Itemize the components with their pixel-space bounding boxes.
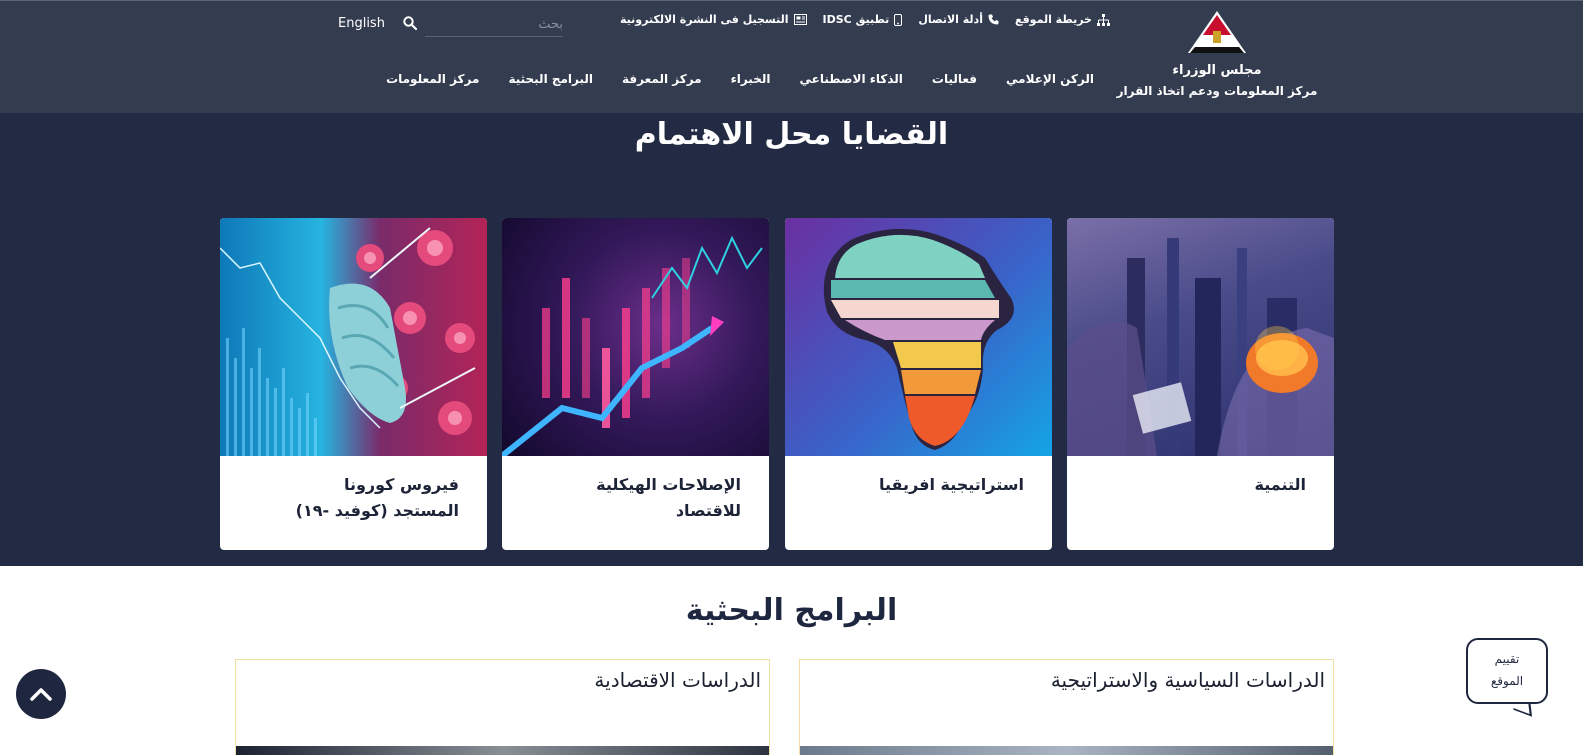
top-links: التسجيل فى النشرة الالكترونية تطبيق IDSC… [620,13,1110,26]
issue-card-title: التنمية [1067,456,1334,498]
issue-card-title-line1: التنمية [1254,475,1306,494]
search-input[interactable] [425,13,563,36]
nav-events[interactable]: فعاليات [932,72,977,86]
newsletter-link-label: التسجيل فى النشرة الالكترونية [620,13,789,26]
research-card-title: الدراسات الاقتصادية [594,668,761,692]
main-nav: مركز المعلومات البرامج البحثية مركز المع… [386,72,1094,86]
rate-site-label-line1: تقييم [1494,652,1520,666]
logo-title: مجلس الوزراء [1172,63,1262,78]
scroll-to-top-button[interactable] [16,669,66,719]
issue-card-title-line1: استراتيجية افريقيا [878,475,1024,494]
economy-chart-image [502,218,769,456]
sitemap-link-label: خريطة الموقع [1014,13,1092,26]
site-header: مجلس الوزراء مركز المعلومات ودعم اتخاذ ا… [0,0,1583,113]
chevron-up-icon [30,688,52,701]
site-logo[interactable]: مجلس الوزراء مركز المعلومات ودعم اتخاذ ا… [1107,9,1327,98]
nav-experts[interactable]: الخبراء [731,72,771,86]
idsc-app-link[interactable]: تطبيق IDSC [823,13,903,26]
research-card-image [800,746,1333,755]
issue-card-covid[interactable]: فيروس كورونا المستجد (كوفيد -١٩) [220,218,487,550]
newsletter-icon [793,14,807,25]
phone-icon [988,14,999,25]
nav-research-programs[interactable]: البرامج البحثية [508,72,593,86]
nav-media-corner[interactable]: الركن الإعلامي [1006,72,1094,86]
nav-knowledge-center[interactable]: مركز المعرفة [622,72,702,86]
research-card-economic[interactable]: الدراسات الاقتصادية [235,659,770,755]
africa-map-image [785,218,1052,456]
issues-title: القضايا محل الاهتمام [634,117,949,152]
issue-card-title-line1: الإصلاحات الهيكلية [596,475,741,494]
contact-guides-link[interactable]: أدلة الاتصال [918,13,999,26]
rate-site-button[interactable]: تقييم الموقع [1466,638,1548,718]
research-card-title: الدراسات السياسية والاستراتيجية [1050,668,1325,692]
logo-subtitle: مركز المعلومات ودعم اتخاذ القرار [1116,84,1318,98]
sitemap-icon [1096,13,1110,26]
issue-card-title-line2: للاقتصاد [675,501,741,520]
nav-ai[interactable]: الذكاء الاصطناعي [799,72,902,86]
issues-section: القضايا محل الاهتمام التنمية استراتيجية … [0,113,1583,566]
issue-card-title: استراتيجية افريقيا [785,456,1052,498]
issue-card-structural-reforms[interactable]: الإصلاحات الهيكلية للاقتصاد [502,218,769,550]
research-card-image [236,746,769,755]
issue-card-title: فيروس كورونا المستجد (كوفيد -١٩) [220,456,487,524]
research-programs-title: البرامج البحثية [685,593,898,628]
issue-card-development[interactable]: التنمية [1067,218,1334,550]
idsc-app-link-label: تطبيق IDSC [822,13,890,26]
nav-info-center[interactable]: مركز المعلومات [386,72,479,86]
issue-card-title: الإصلاحات الهيكلية للاقتصاد [502,456,769,524]
search-icon[interactable] [403,15,418,34]
issue-card-africa[interactable]: استراتيجية افريقيا [785,218,1052,550]
egypt-emblem-icon [1186,9,1248,55]
issue-card-title-line2: المستجد (كوفيد -١٩) [295,501,459,520]
research-card-political-strategic[interactable]: الدراسات السياسية والاستراتيجية [799,659,1334,755]
development-image [1067,218,1334,456]
sitemap-link[interactable]: خريطة الموقع [1015,13,1110,26]
issue-card-title-line1: فيروس كورونا [343,475,459,494]
search-field [425,13,563,37]
covid-image [220,218,487,456]
rate-site-label-line2: الموقع [1490,674,1524,688]
newsletter-link[interactable]: التسجيل فى النشرة الالكترونية [620,13,807,26]
rate-site-label: تقييم الموقع [1466,648,1548,692]
mobile-icon [894,13,903,26]
language-switch[interactable]: English [338,16,385,31]
contact-guides-link-label: أدلة الاتصال [918,13,983,26]
